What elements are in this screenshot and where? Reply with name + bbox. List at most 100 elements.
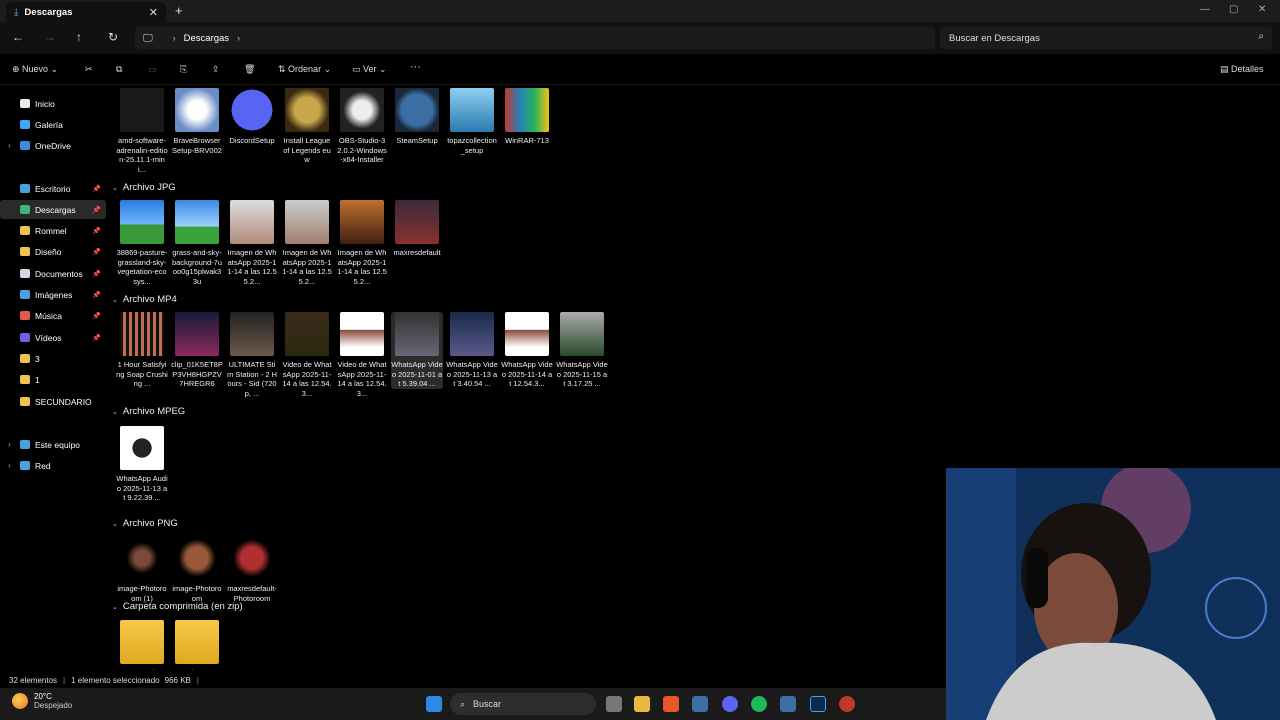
- sidebar-item-secundario[interactable]: SECUNDARIO: [0, 392, 106, 411]
- file-item[interactable]: ULTIMATE Stim Station - 2 Hours - Sid (7…: [226, 312, 278, 398]
- file-item[interactable]: image-Photoroom: [171, 536, 223, 603]
- taskbar-search[interactable]: ⌕ Buscar: [450, 693, 596, 715]
- discord-icon[interactable]: [722, 696, 738, 712]
- sidebar-item-galería[interactable]: Galería: [0, 115, 106, 134]
- address-bar[interactable]: 🖵 › Descargas ›: [135, 27, 935, 49]
- new-tab-button[interactable]: +: [175, 3, 183, 18]
- delete-icon[interactable]: 🗑: [244, 64, 255, 75]
- sidebar-item-1[interactable]: 1: [0, 370, 106, 389]
- sidebar-item-imágenes[interactable]: Imágenes 📌: [0, 285, 106, 304]
- file-item[interactable]: Imagen de WhatsApp 2025-11-14 a las 12.5…: [336, 200, 388, 286]
- file-item[interactable]: WhatsApp Video 2025-11-01 at 5.39.04 ...: [391, 312, 443, 389]
- more-options-icon[interactable]: ···: [410, 61, 421, 73]
- sort-button[interactable]: ⇅ Ordenar ⌄: [278, 64, 331, 75]
- collapse-chevron-icon[interactable]: ⌄: [112, 520, 118, 528]
- pin-icon[interactable]: 📌: [92, 248, 101, 256]
- file-item[interactable]: maxresdefault: [391, 200, 443, 258]
- sidebar-item-3[interactable]: 3: [0, 349, 106, 368]
- file-item[interactable]: grass-and-sky-background-7uoo0g15plwak33…: [171, 200, 223, 286]
- expand-chevron-icon[interactable]: ›: [8, 440, 18, 449]
- group-header[interactable]: ⌄ Archivo JPG: [112, 182, 176, 193]
- file-item[interactable]: WhatsApp Audio 2025-11-13 at 9.22.39 ...: [116, 426, 168, 503]
- sidebar-item-inicio[interactable]: Inicio: [0, 94, 106, 113]
- file-item[interactable]: clip_01K5ET8PP3VH8HGPZV7HREGR6: [171, 312, 223, 389]
- file-item[interactable]: WhatsApp Video 2025-11-15 at 3.17.25 ...: [556, 312, 608, 389]
- share-icon[interactable]: ⇪: [212, 64, 220, 75]
- sidebar-item-documentos[interactable]: Documentos 📌: [0, 264, 106, 283]
- steam-icon[interactable]: [780, 696, 796, 712]
- new-button[interactable]: ⊕ Nuevo ⌄: [12, 64, 58, 75]
- close-tab-icon[interactable]: ✕: [149, 6, 158, 19]
- sidebar-item-vídeos[interactable]: Vídeos 📌: [0, 328, 106, 347]
- file-item[interactable]: rommel: [116, 620, 168, 670]
- tab-descargas[interactable]: ⤓ Descargas ✕: [6, 2, 166, 22]
- file-item[interactable]: 1 Hour Satisfying Soap Crushing ...: [116, 312, 168, 389]
- expand-chevron-icon[interactable]: ›: [8, 461, 18, 470]
- group-header[interactable]: ⌄ Archivo PNG: [112, 518, 178, 529]
- start-icon[interactable]: [426, 696, 442, 712]
- file-item[interactable]: topazcollection_setup: [446, 88, 498, 155]
- file-item[interactable]: maxresdefault-Photoroom: [226, 536, 278, 603]
- collapse-chevron-icon[interactable]: ⌄: [112, 296, 118, 304]
- refresh-icon[interactable]: ↻: [108, 30, 118, 44]
- collapse-chevron-icon[interactable]: ⌄: [112, 603, 118, 611]
- maximize-icon[interactable]: ▢: [1229, 4, 1238, 15]
- sidebar-item-escritorio[interactable]: Escritorio 📌: [0, 179, 106, 198]
- file-item[interactable]: Video de WhatsApp 2025-11-14 a las 12.54…: [336, 312, 388, 398]
- pin-icon[interactable]: 📌: [92, 185, 101, 193]
- file-item[interactable]: Install League of Legends euw: [281, 88, 333, 165]
- photoshop-icon[interactable]: [810, 696, 826, 712]
- paste-icon[interactable]: ▭: [148, 64, 157, 75]
- group-header[interactable]: ⌄ Archivo MPEG: [112, 406, 185, 417]
- file-item[interactable]: WhatsApp Video 2025-11-14 at 12.54.3...: [501, 312, 553, 389]
- steam-icon[interactable]: [692, 696, 708, 712]
- search-input[interactable]: Buscar en Descargas ⌕: [940, 27, 1272, 49]
- pin-icon[interactable]: 📌: [92, 227, 101, 235]
- collapse-chevron-icon[interactable]: ⌄: [112, 408, 118, 416]
- brave-browser-icon[interactable]: [663, 696, 679, 712]
- task-view-icon[interactable]: [606, 696, 622, 712]
- file-item[interactable]: Video de WhatsApp 2025-11-14 a las 12.54…: [281, 312, 333, 398]
- sidebar-item-este-equipo[interactable]: › Este equipo: [0, 435, 106, 454]
- file-item[interactable]: Imagen de WhatsApp 2025-11-14 a las 12.5…: [281, 200, 333, 286]
- up-arrow-icon[interactable]: ↑: [76, 30, 82, 44]
- view-button[interactable]: ▭ Ver ⌄: [352, 64, 387, 75]
- file-item[interactable]: WhatsApp Video 2025-11-13 at 3.40.54 ...: [446, 312, 498, 389]
- close-window-icon[interactable]: ✕: [1258, 4, 1266, 15]
- collapse-chevron-icon[interactable]: ⌄: [112, 184, 118, 192]
- file-item[interactable]: OBS-Studio-32.0.2-Windows-x64-Installer: [336, 88, 388, 165]
- copy-icon[interactable]: ⧉: [116, 64, 122, 75]
- file-item[interactable]: Imagen de WhatsApp 2025-11-14 a las 12.5…: [226, 200, 278, 286]
- file-explorer-icon[interactable]: [634, 696, 650, 712]
- pin-icon[interactable]: 📌: [92, 312, 101, 320]
- pin-icon[interactable]: 📌: [92, 270, 101, 278]
- file-item[interactable]: image-Photoroom (1): [116, 536, 168, 603]
- file-item[interactable]: unicasto: [171, 620, 223, 670]
- file-item[interactable]: BraveBrowserSetup-BRV002: [171, 88, 223, 155]
- group-header[interactable]: ⌄ Carpeta comprimida (en zip): [112, 601, 243, 612]
- sidebar-item-rommel[interactable]: Rommel 📌: [0, 221, 106, 240]
- pin-icon[interactable]: 📌: [92, 334, 101, 342]
- cut-icon[interactable]: ✂: [85, 64, 93, 75]
- sidebar-item-dise-o[interactable]: Diseño 📌: [0, 242, 106, 261]
- rename-icon[interactable]: ⎘: [180, 64, 187, 75]
- sidebar-item-red[interactable]: › Red: [0, 456, 106, 475]
- pin-icon[interactable]: 📌: [92, 206, 101, 214]
- app-icon[interactable]: [839, 696, 855, 712]
- forward-arrow-icon[interactable]: →: [44, 30, 56, 44]
- sidebar-item-música[interactable]: Música 📌: [0, 306, 106, 325]
- file-item[interactable]: 38869-pasture-grassland-sky-vegetation-e…: [116, 200, 168, 286]
- group-header[interactable]: ⌄ Archivo MP4: [112, 294, 177, 305]
- spotify-icon[interactable]: [751, 696, 767, 712]
- file-item[interactable]: DiscordSetup: [226, 88, 278, 146]
- minimize-icon[interactable]: —: [1200, 4, 1210, 15]
- file-item[interactable]: WinRAR-713: [501, 88, 553, 146]
- weather-widget[interactable]: 20°C Despejado: [12, 692, 72, 710]
- sidebar-item-descargas[interactable]: Descargas 📌: [0, 200, 106, 219]
- details-button[interactable]: ▤ Detalles: [1220, 64, 1264, 75]
- pin-icon[interactable]: 📌: [92, 291, 101, 299]
- breadcrumb-descargas[interactable]: Descargas: [184, 33, 229, 44]
- back-arrow-icon[interactable]: ←: [12, 30, 24, 44]
- file-item[interactable]: SteamSetup: [391, 88, 443, 146]
- file-item[interactable]: amd-software-adrenalin-edition-25.11.1-m…: [116, 88, 168, 174]
